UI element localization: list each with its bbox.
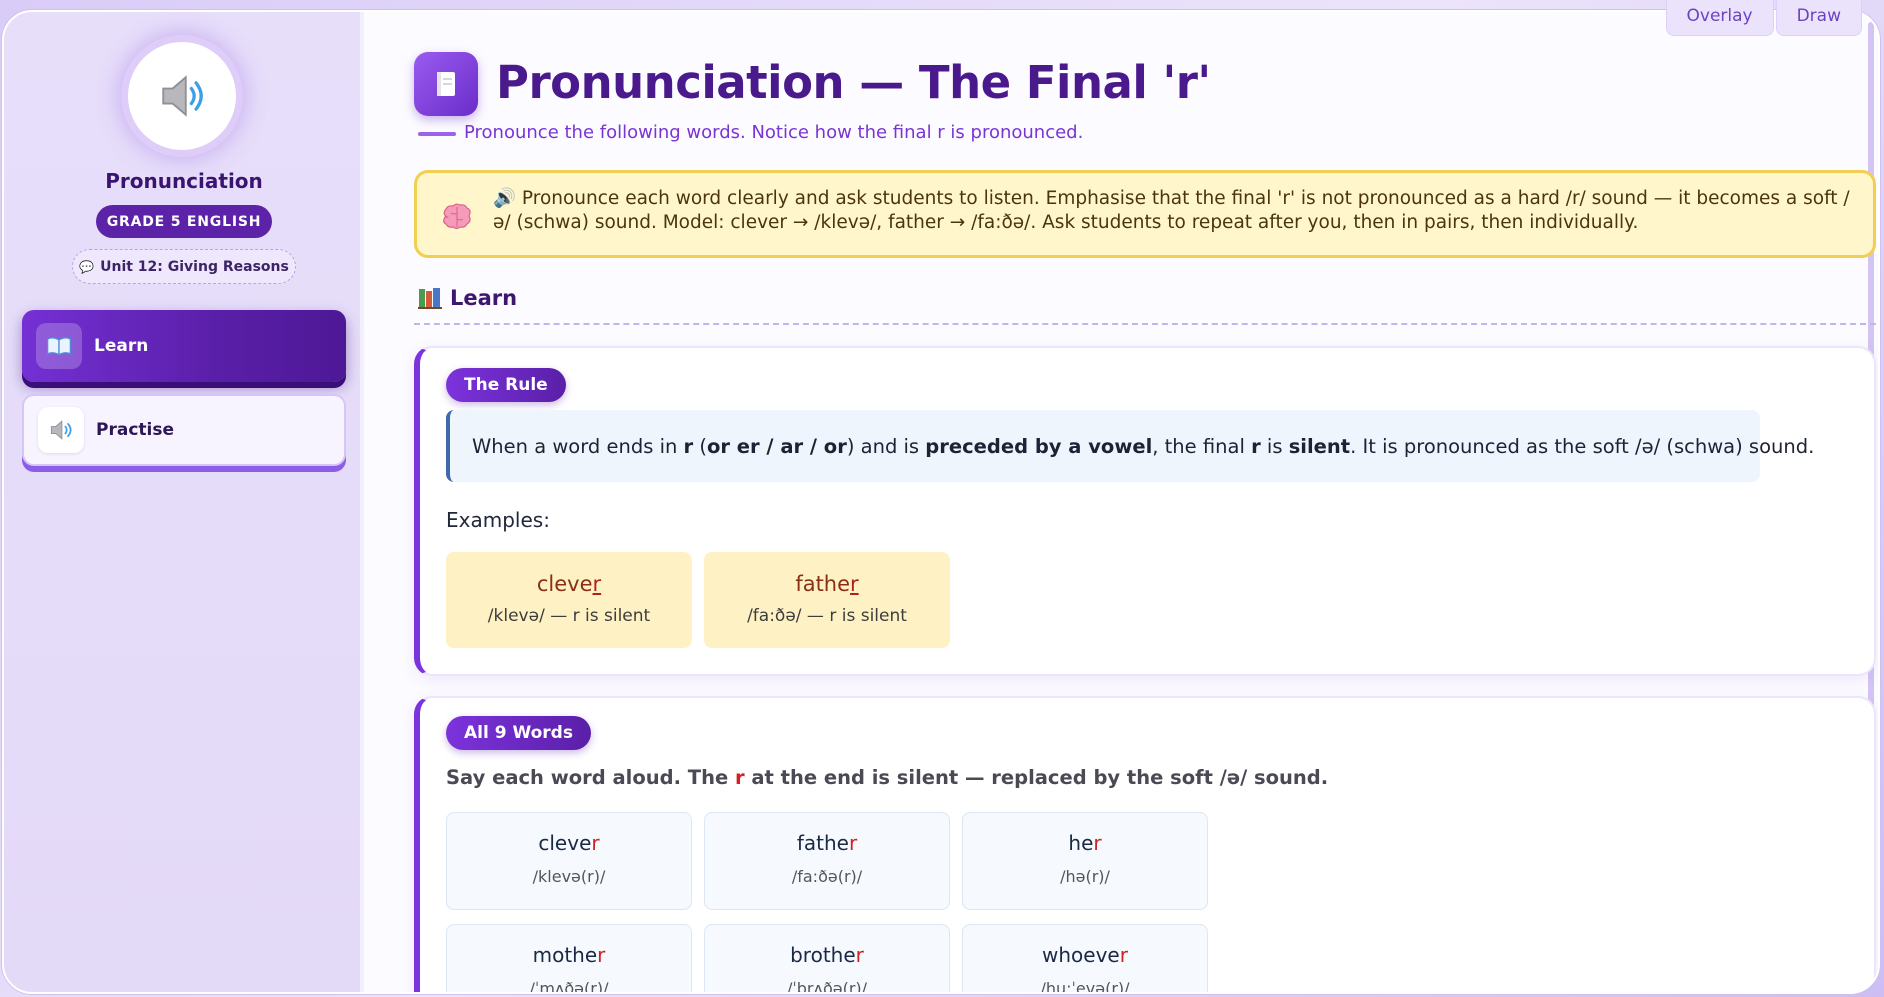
main-content: Pronunciation — The Final 'r' Pronounce …: [368, 12, 1878, 992]
word-tile[interactable]: whoever /hu:ˈevə(r)/: [962, 924, 1208, 992]
speech-bubble-icon: 💬: [79, 259, 95, 274]
sidebar-item-practise[interactable]: Practise: [22, 394, 346, 466]
page-subtitle: Pronounce the following words. Notice ho…: [464, 122, 1084, 143]
sidebar-title: Pronunciation: [105, 169, 263, 193]
rule-card: The Rule When a word ends in r (or er / …: [414, 346, 1876, 676]
example-ipa: /fa:ðə/ — r is silent: [747, 606, 907, 626]
word-tile[interactable]: her /hə(r)/: [962, 812, 1208, 910]
word-tile[interactable]: clever /klevə(r)/: [446, 812, 692, 910]
top-toolbar: Overlay Draw: [1665, 0, 1862, 36]
section-label: Learn: [450, 286, 518, 310]
word-tile[interactable]: father /fa:ðə(r)/: [704, 812, 950, 910]
word-tile[interactable]: mother /ˈmʌðə(r)/: [446, 924, 692, 992]
sidebar-item-label: Learn: [94, 336, 149, 356]
grade-badge: GRADE 5 ENGLISH: [96, 205, 272, 238]
examples-label: Examples:: [446, 508, 550, 532]
card-badge: The Rule: [446, 368, 566, 402]
book-icon: [414, 52, 478, 116]
avatar: [128, 42, 236, 150]
example-word: father: [795, 572, 859, 596]
card-badge: All 9 Words: [446, 716, 591, 750]
rule-text: When a word ends in r (or er / ar / or) …: [446, 410, 1814, 482]
brain-icon: [443, 203, 471, 230]
unit-pill: 💬 Unit 12: Giving Reasons: [72, 249, 296, 284]
speaker-icon: [162, 75, 203, 117]
open-book-icon: [36, 323, 82, 369]
sidebar: Pronunciation GRADE 5 ENGLISH 💬 Unit 12:…: [4, 12, 364, 992]
teacher-note-text: 🔊 Pronounce each word clearly and ask st…: [493, 188, 1850, 233]
words-card: All 9 Words Say each word aloud. The r a…: [414, 696, 1876, 992]
page-title: Pronunciation — The Final 'r': [496, 56, 1211, 109]
example-card: clever /klevə/ — r is silent: [446, 552, 692, 648]
app-frame: Pronunciation GRADE 5 ENGLISH 💬 Unit 12:…: [2, 10, 1880, 994]
example-word: clever: [536, 572, 602, 596]
section-divider: [414, 323, 1876, 325]
words-intro: Say each word aloud. The r at the end is…: [446, 766, 1329, 789]
books-icon: [418, 288, 442, 309]
sidebar-item-label: Practise: [96, 420, 174, 440]
subtitle-accent-line: [418, 132, 456, 136]
example-card: father /fa:ðə/ — r is silent: [704, 552, 950, 648]
unit-label: Unit 12: Giving Reasons: [100, 258, 289, 275]
word-tile[interactable]: brother /ˈbrʌðə(r)/: [704, 924, 950, 992]
sidebar-item-learn[interactable]: Learn: [22, 310, 346, 382]
overlay-button[interactable]: Overlay: [1665, 0, 1774, 36]
speaker-icon: [38, 407, 84, 453]
example-ipa: /klevə/ — r is silent: [487, 606, 651, 626]
teacher-note: 🔊 Pronounce each word clearly and ask st…: [414, 170, 1876, 258]
draw-button[interactable]: Draw: [1775, 0, 1862, 36]
section-heading-learn: Learn: [418, 286, 517, 310]
